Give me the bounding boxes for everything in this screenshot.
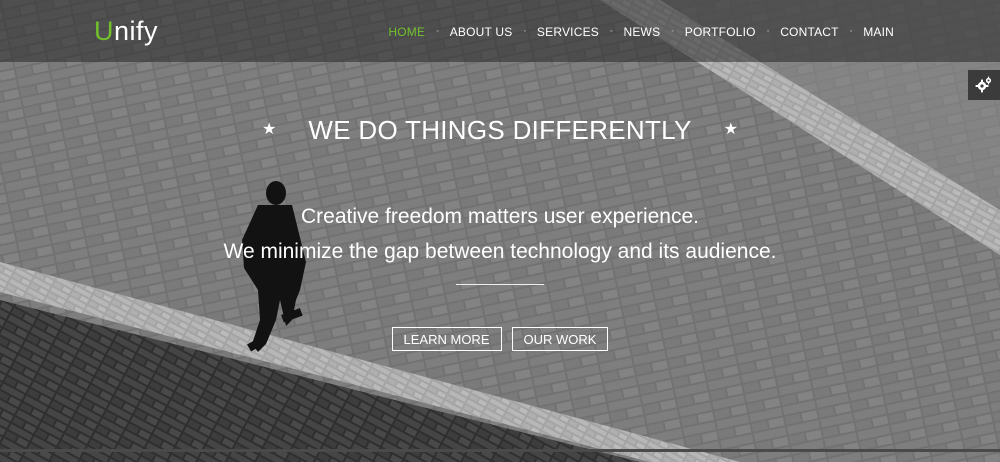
hero-headline: WE DO THINGS DIFFERENTLY — [308, 115, 692, 145]
our-work-button[interactable]: OUR WORK — [511, 327, 609, 351]
nav-contact[interactable]: CONTACT — [780, 24, 839, 40]
hero-section: ★ WE DO THINGS DIFFERENTLY ★ Creative fr… — [0, 0, 1000, 462]
nav-separator: ◦ — [609, 28, 613, 35]
nav-home[interactable]: HOME — [388, 24, 425, 40]
nav-separator: ◦ — [766, 28, 770, 35]
bottom-strip — [0, 449, 1000, 452]
hero-tagline-1: Creative freedom matters user experience… — [300, 205, 699, 228]
hero-divider — [456, 284, 544, 285]
nav-main[interactable]: MAIN — [863, 24, 894, 40]
nav-portfolio[interactable]: PORTFOLIO — [685, 24, 756, 40]
nav-separator: ◦ — [849, 28, 853, 35]
learn-more-button[interactable]: LEARN MORE — [391, 327, 502, 351]
nav-news[interactable]: NEWS — [623, 24, 660, 40]
nav-about-us[interactable]: ABOUT US — [450, 24, 513, 40]
star-icon: ★ — [723, 121, 738, 138]
hero-tagline-2: We minimize the gap between technology a… — [223, 240, 777, 263]
nav-separator: ◦ — [523, 28, 526, 35]
settings-toggle-button[interactable] — [968, 70, 1000, 100]
nav-separator: ◦ — [671, 28, 674, 35]
hero-overlay — [0, 0, 1000, 462]
star-icon: ★ — [262, 121, 277, 138]
logo-text: nify — [114, 16, 159, 46]
gears-icon — [975, 76, 992, 93]
site-header: Unify HOME ◦ ABOUT US ◦ SERVICES ◦ NEWS … — [0, 0, 1000, 62]
nav-separator: ◦ — [436, 28, 439, 35]
nav-services[interactable]: SERVICES — [537, 24, 599, 40]
headline-row: ★ WE DO THINGS DIFFERENTLY ★ — [0, 115, 1000, 145]
hero-buttons: LEARN MORE OUR WORK — [0, 327, 1000, 351]
logo-initial: U — [94, 16, 114, 46]
main-nav: HOME ◦ ABOUT US ◦ SERVICES ◦ NEWS ◦ PORT… — [388, 24, 894, 40]
site-logo[interactable]: Unify — [94, 15, 158, 47]
